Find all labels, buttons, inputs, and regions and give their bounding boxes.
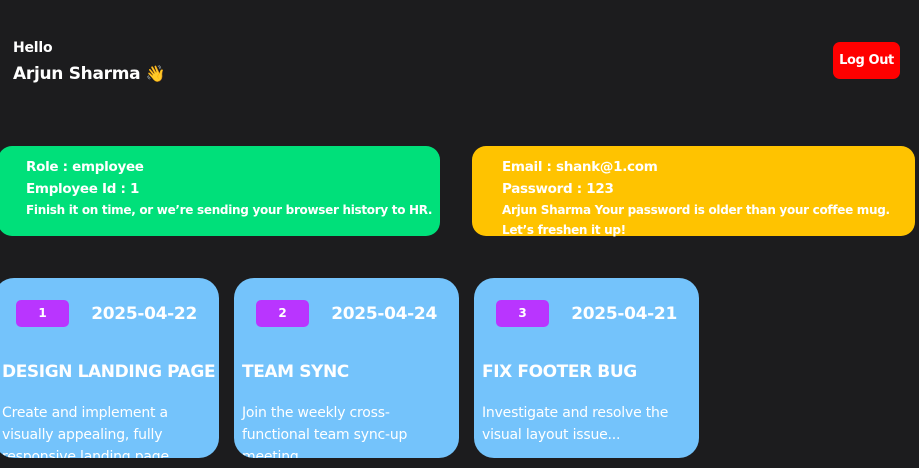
task-date: 2025-04-21 — [571, 304, 677, 324]
dashboard-page: Hello Arjun Sharma 👋 Log Out Role : empl… — [0, 0, 919, 468]
task-card[interactable]: 2 2025-04-24 TEAM SYNC Join the weekly c… — [234, 278, 459, 458]
task-title: DESIGN LANDING PAGE — [2, 362, 216, 382]
task-description: Investigate and resolve the visual layou… — [482, 405, 669, 443]
task-number-badge: 2 — [256, 300, 309, 327]
greeting-text: Hello — [13, 40, 53, 56]
task-date: 2025-04-24 — [331, 304, 437, 324]
greeting-block: Hello Arjun Sharma 👋 — [13, 39, 166, 85]
user-name-heading: Arjun Sharma 👋 — [13, 63, 166, 85]
role-text: Role : employee — [26, 159, 144, 175]
task-number-badge: 1 — [16, 300, 69, 327]
email-text: Email : shank@1.com — [502, 159, 658, 175]
task-title: TEAM SYNC — [242, 362, 349, 382]
task-card[interactable]: 1 2025-04-22 DESIGN LANDING PAGE Create … — [0, 278, 219, 458]
user-name: Arjun Sharma — [13, 64, 141, 84]
logout-button[interactable]: Log Out — [833, 42, 900, 79]
task-date: 2025-04-22 — [91, 304, 197, 324]
account-info-card: Email : shank@1.com Password : 123 Arjun… — [472, 146, 915, 237]
employee-id-text: Employee Id : 1 — [26, 181, 140, 197]
task-description: Join the weekly cross-functional team sy… — [242, 405, 408, 458]
task-description: Create and implement a visually appealin… — [2, 405, 169, 458]
password-note: Arjun Sharma Your password is older than… — [502, 203, 890, 237]
task-title: FIX FOOTER BUG — [482, 362, 637, 382]
employee-info-card: Role : employee Employee Id : 1 Finish i… — [0, 146, 440, 236]
wave-icon: 👋 — [145, 64, 166, 83]
task-number-badge: 3 — [496, 300, 549, 327]
password-text: Password : 123 — [502, 181, 614, 197]
task-card[interactable]: 3 2025-04-21 FIX FOOTER BUG Investigate … — [474, 278, 699, 458]
employee-note: Finish it on time, or we’re sending your… — [26, 203, 433, 217]
